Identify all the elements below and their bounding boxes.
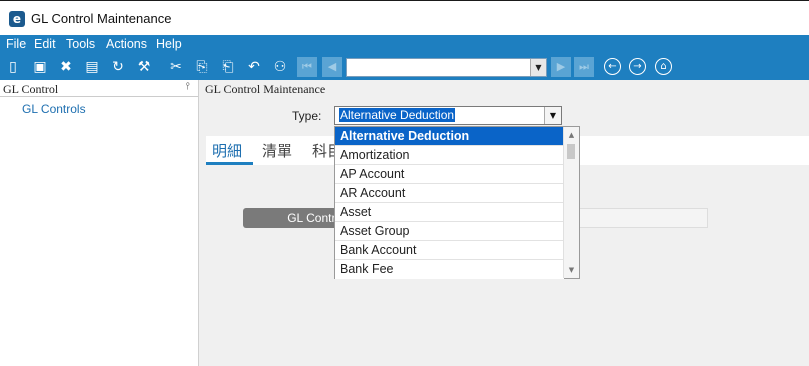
window-title: GL Control Maintenance bbox=[31, 11, 172, 26]
pin-icon[interactable]: ⫯ bbox=[186, 81, 190, 92]
scrollbar-thumb[interactable] bbox=[567, 144, 575, 159]
menu-tools[interactable]: Tools bbox=[66, 37, 95, 51]
first-record-icon[interactable]: ⏮ bbox=[297, 57, 317, 77]
dropdown-option[interactable]: AR Account bbox=[335, 184, 564, 203]
last-record-icon[interactable]: ⏭ bbox=[574, 57, 594, 77]
dropdown-option[interactable]: Amortization bbox=[335, 146, 564, 165]
dropdown-scrollbar[interactable]: ▲ ▼ bbox=[563, 127, 579, 278]
record-selector[interactable]: ▼ bbox=[346, 58, 547, 77]
dropdown-option[interactable]: Bank Account bbox=[335, 241, 564, 260]
undo-icon[interactable]: ↶ bbox=[244, 57, 264, 77]
type-label: Type: bbox=[292, 109, 322, 123]
tab-list[interactable]: 清單 bbox=[262, 140, 292, 161]
previous-record-icon[interactable]: ◀ bbox=[322, 57, 342, 77]
back-icon[interactable]: ← bbox=[604, 58, 621, 75]
book-icon[interactable]: ▤ bbox=[82, 57, 102, 77]
type-select-value: Alternative Deduction bbox=[339, 108, 456, 122]
main-header-title: GL Control Maintenance bbox=[205, 82, 326, 96]
save-icon[interactable]: ▣ bbox=[30, 57, 50, 77]
title-bar: e GL Control Maintenance bbox=[0, 0, 809, 35]
menu-edit[interactable]: Edit bbox=[34, 37, 56, 51]
dropdown-option[interactable]: Alternative Deduction bbox=[335, 127, 564, 146]
dropdown-option[interactable]: Asset Group bbox=[335, 222, 564, 241]
new-icon[interactable]: ▯ bbox=[3, 57, 23, 77]
cut-icon[interactable]: ✂ bbox=[166, 57, 186, 77]
type-select[interactable]: Alternative Deduction ▼ bbox=[334, 106, 562, 125]
delete-icon[interactable]: ✖ bbox=[56, 57, 76, 77]
dropdown-option[interactable]: Bank Fee bbox=[335, 260, 564, 279]
toolbar: ▯ ▣ ✖ ▤ ↻ ⚒ ✂ ⎘ ⎗ ↶ ⚇ ⏮ ◀ ▼ ▶ ⏭ ← → ⌂ bbox=[0, 54, 809, 80]
tab-detail[interactable]: 明細 bbox=[212, 140, 242, 161]
next-record-icon[interactable]: ▶ bbox=[551, 57, 571, 77]
left-panel-title: GL Control bbox=[3, 82, 59, 96]
chevron-down-icon[interactable]: ▼ bbox=[544, 107, 561, 124]
chevron-down-icon[interactable]: ▼ bbox=[530, 59, 546, 76]
home-icon[interactable]: ⌂ bbox=[655, 58, 672, 75]
left-panel-header: GL Control ⫯ bbox=[0, 80, 198, 97]
clear-icon[interactable]: ⚒ bbox=[134, 57, 154, 77]
binoculars-icon[interactable]: ⚇ bbox=[270, 57, 290, 77]
left-panel: GL Control ⫯ GL Controls bbox=[0, 80, 199, 366]
refresh-icon[interactable]: ↻ bbox=[108, 57, 128, 77]
copy-icon[interactable]: ⎘ bbox=[192, 57, 212, 77]
type-dropdown-list: Alternative Deduction Amortization AP Ac… bbox=[334, 126, 580, 279]
menu-bar: File Edit Tools Actions Help bbox=[0, 35, 809, 54]
scroll-down-icon[interactable]: ▼ bbox=[564, 264, 579, 276]
menu-actions[interactable]: Actions bbox=[106, 37, 147, 51]
dropdown-option[interactable]: AP Account bbox=[335, 165, 564, 184]
menu-file[interactable]: File bbox=[6, 37, 26, 51]
active-tab-indicator bbox=[206, 162, 253, 165]
tree-item-gl-controls[interactable]: GL Controls bbox=[22, 102, 86, 116]
menu-help[interactable]: Help bbox=[156, 37, 182, 51]
dropdown-option[interactable]: Asset bbox=[335, 203, 564, 222]
scroll-up-icon[interactable]: ▲ bbox=[564, 129, 579, 141]
main-header: GL Control Maintenance bbox=[200, 80, 809, 96]
app-logo-icon: e bbox=[9, 11, 25, 27]
paste-icon[interactable]: ⎗ bbox=[218, 57, 238, 77]
forward-icon[interactable]: → bbox=[629, 58, 646, 75]
